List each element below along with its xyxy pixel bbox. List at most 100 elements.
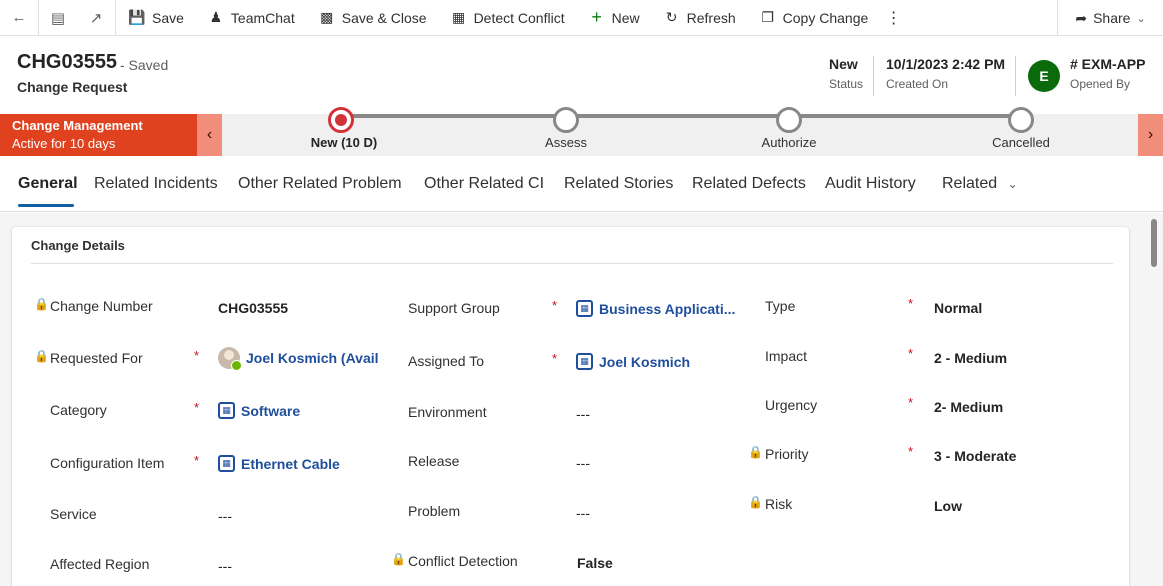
new-label: New (611, 9, 640, 26)
required-marker: * (908, 444, 914, 459)
risk-value: Low (934, 498, 962, 514)
support-group-value: Business Applicati... (599, 300, 736, 317)
chevron-down-icon: ⌄ (1136, 12, 1146, 25)
refresh-label: Refresh (686, 9, 736, 26)
stage-dot-authorize[interactable] (776, 107, 802, 133)
open-new-window-icon[interactable]: ↗ (77, 0, 115, 36)
change-details-section: Change Details 🔒 Change Number CHG03555 … (12, 227, 1129, 586)
stage-label-cancelled[interactable]: Cancelled (992, 135, 1050, 150)
save-icon: 💾 (128, 9, 146, 25)
release-value[interactable]: --- (576, 455, 590, 471)
calendar-icon: ▦ (451, 9, 466, 25)
stage-dot-new[interactable] (328, 107, 354, 133)
header-divider (873, 56, 874, 96)
lookup-entity-icon: ▦ (576, 300, 593, 317)
configuration-item-value: Ethernet Cable (241, 455, 340, 472)
detect-conflict-button[interactable]: ▦ Detect Conflict (438, 0, 576, 36)
save-button[interactable]: 💾 Save (116, 0, 195, 36)
new-button[interactable]: + New (576, 0, 651, 36)
created-on-value: 10/1/2023 2:42 PM (886, 56, 1006, 72)
section-divider (31, 263, 1113, 264)
tab-related-stories[interactable]: Related Stories (564, 175, 673, 193)
problem-value[interactable]: --- (576, 505, 590, 521)
opened-by-label: Opened By (1070, 77, 1131, 91)
required-marker: * (194, 348, 200, 363)
command-bar: ← ▤ ↗ 💾 Save ♟ TeamChat ▩ Save & Close ▦ Det… (0, 0, 1163, 36)
tab-other-related-ci[interactable]: Other Related CI (424, 175, 544, 193)
urgency-label: Urgency (765, 397, 818, 413)
vertical-scrollbar[interactable] (1151, 219, 1157, 267)
tab-related-incidents[interactable]: Related Incidents (94, 175, 218, 193)
affected-region-value[interactable]: --- (218, 558, 232, 574)
problem-label: Problem (408, 503, 461, 519)
opened-by-link[interactable]: # EXM-APP (1070, 56, 1145, 72)
lock-icon: 🔒 (391, 552, 406, 566)
copy-change-button[interactable]: ❐ Copy Change (747, 0, 880, 36)
assigned-to-value: Joel Kosmich (599, 353, 691, 370)
required-marker: * (552, 351, 558, 366)
form-view-icon[interactable]: ▤ (39, 0, 77, 36)
share-icon: ➦ (1075, 9, 1088, 26)
stage-list: New (10 D) Assess Authorize Cancelled (0, 107, 1163, 156)
record-id: CHG03555 (17, 51, 118, 73)
teamchat-button[interactable]: ♟ TeamChat (195, 0, 306, 36)
urgency-value[interactable]: 2- Medium (934, 399, 1003, 415)
support-group-link[interactable]: ▦ Business Applicati... (576, 300, 735, 317)
tab-related-label: Related (942, 175, 998, 192)
owner-avatar: E (1028, 60, 1060, 92)
stage-label-assess[interactable]: Assess (545, 135, 587, 150)
stage-label-new[interactable]: New (10 D) (311, 135, 377, 150)
created-on-label: Created On (886, 77, 949, 91)
back-arrow-icon[interactable]: ← (0, 0, 38, 36)
copy-icon: ❐ (761, 9, 774, 25)
required-marker: * (194, 453, 200, 468)
assigned-to-label: Assigned To (408, 353, 485, 369)
lookup-entity-icon: ▦ (218, 455, 235, 472)
impact-label: Impact (765, 348, 808, 364)
conflict-detection-label: Conflict Detection (408, 553, 518, 569)
tab-general[interactable]: General (18, 175, 78, 193)
tab-other-related-problem[interactable]: Other Related Problem (238, 175, 402, 193)
release-label: Release (408, 453, 460, 469)
form-tabs: General Related Incidents Other Related … (0, 156, 1163, 212)
tab-audit-history[interactable]: Audit History (825, 175, 916, 193)
save-and-close-button[interactable]: ▩ Save & Close (306, 0, 438, 36)
type-value[interactable]: Normal (934, 300, 982, 316)
detect-conflict-label: Detect Conflict (473, 9, 565, 26)
requested-for-link[interactable]: Joel Kosmich (Avail (218, 347, 379, 371)
entity-type: Change Request (17, 79, 128, 95)
share-button[interactable]: ➦ Share ⌄ (1057, 0, 1163, 36)
lock-icon: 🔒 (34, 349, 49, 363)
required-marker: * (908, 395, 914, 410)
status-value: New (829, 56, 858, 72)
category-label: Category (50, 402, 107, 418)
stage-dot-cancelled[interactable] (1008, 107, 1034, 133)
tab-related[interactable]: Related ⌄ (942, 175, 1018, 193)
status-label: Status (829, 77, 864, 91)
change-number-value: CHG03555 (218, 300, 289, 316)
plus-icon: + (591, 7, 602, 27)
header-divider (1015, 56, 1016, 96)
lock-icon: 🔒 (34, 297, 49, 311)
chevron-down-icon: ⌄ (1007, 177, 1018, 191)
created-on-field: 10/1/2023 2:42 PM Created On (886, 56, 1005, 91)
user-avatar-icon (218, 347, 242, 371)
category-link[interactable]: ▦ Software (218, 402, 300, 419)
lock-icon: 🔒 (748, 495, 763, 509)
opened-by-field: # EXM-APP Opened By (1070, 56, 1145, 91)
assigned-to-link[interactable]: ▦ Joel Kosmich (576, 353, 690, 370)
service-value[interactable]: --- (218, 508, 232, 524)
active-tab-indicator (18, 204, 74, 207)
environment-value[interactable]: --- (576, 406, 590, 422)
configuration-item-link[interactable]: ▦ Ethernet Cable (218, 455, 340, 472)
teamchat-label: TeamChat (230, 9, 295, 26)
stage-label-authorize[interactable]: Authorize (762, 135, 817, 150)
configuration-item-label: Configuration Item (50, 455, 165, 471)
stage-dot-assess[interactable] (553, 107, 579, 133)
save-close-icon: ▩ (320, 9, 334, 25)
tab-related-defects[interactable]: Related Defects (692, 175, 806, 193)
refresh-icon: ↻ (665, 9, 678, 25)
impact-value[interactable]: 2 - Medium (934, 350, 1007, 366)
refresh-button[interactable]: ↻ Refresh (651, 0, 747, 36)
more-commands-icon[interactable]: ⋮ (879, 8, 909, 28)
